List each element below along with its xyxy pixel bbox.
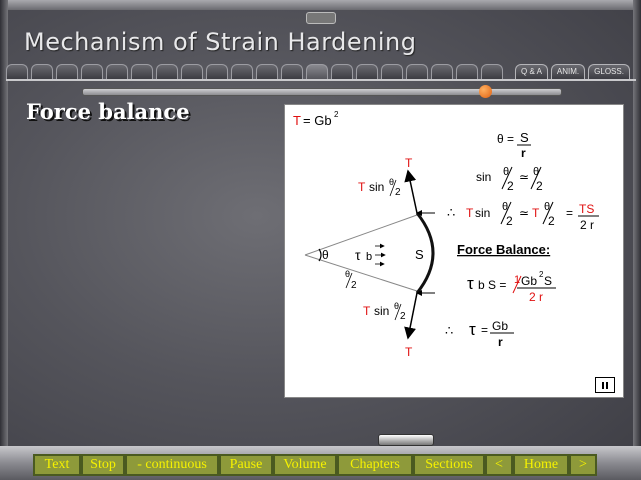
text-button[interactable]: Text xyxy=(33,454,81,476)
navigation-bar: Text Stop - continuous Pause Volume Chap… xyxy=(33,454,607,476)
chapter-tab[interactable] xyxy=(81,64,103,79)
chapter-tab[interactable] xyxy=(181,64,203,79)
window-handle-icon xyxy=(306,12,336,24)
eq-tau-1: τ xyxy=(467,274,474,293)
tsin-bot-sin: sin xyxy=(374,304,389,318)
frac-r-den: r xyxy=(521,146,526,160)
tab-anim[interactable]: ANIM. xyxy=(550,64,586,79)
stress-b: b xyxy=(366,251,372,263)
slide-heading: Force balance xyxy=(26,99,190,124)
eq-T-1: T xyxy=(466,206,474,220)
chapter-tab[interactable] xyxy=(456,64,478,79)
eq-sin: sin xyxy=(476,170,491,184)
eq-T-2: T xyxy=(532,206,540,220)
force-T-bottom: T xyxy=(405,345,413,359)
eq-tau-2: τ xyxy=(469,320,476,339)
volume-button[interactable]: Volume xyxy=(273,454,337,476)
chapter-tab-active[interactable] xyxy=(306,64,328,79)
frame-top xyxy=(0,0,641,10)
chapter-tab[interactable] xyxy=(156,64,178,79)
chapter-tab[interactable] xyxy=(106,64,128,79)
tsin-top-theta: θ xyxy=(389,177,394,187)
pause-button[interactable]: Pause xyxy=(219,454,273,476)
tab-baseline xyxy=(6,79,636,81)
tsin-top-T: T xyxy=(358,180,366,194)
arc-length-S: S xyxy=(415,247,424,262)
force-balance-diagram: T = Gb 2 θ = S r sin θ 2 ≃ θ 2 ∴ T sin θ… xyxy=(284,104,624,398)
eq-theta-def: θ = xyxy=(497,132,514,146)
chapter-tab[interactable] xyxy=(256,64,278,79)
chapter-tab[interactable] xyxy=(206,64,228,79)
eq-two-1: 2 xyxy=(507,179,514,193)
eq-therefore-2: ∴ xyxy=(445,323,453,338)
eq-r-den: r xyxy=(498,335,503,349)
chapter-tab-strip: Q & A ANIM. GLOSS. xyxy=(6,64,636,80)
stop-button[interactable]: Stop xyxy=(81,454,125,476)
frac-S-num: S xyxy=(520,130,529,145)
continuous-button[interactable]: - continuous xyxy=(125,454,219,476)
eq-equals-2: = xyxy=(481,323,488,337)
stress-tau: τ xyxy=(355,247,361,263)
chapters-button[interactable]: Chapters xyxy=(337,454,413,476)
eq-two-4: 2 xyxy=(548,214,555,228)
chapter-tab[interactable] xyxy=(481,64,503,79)
animation-pause-button[interactable] xyxy=(595,377,615,393)
progress-knob[interactable] xyxy=(479,85,493,98)
tab-gloss[interactable]: GLOSS. xyxy=(588,64,630,79)
bottom-handle-icon xyxy=(378,434,434,446)
eq-Gb-num: Gb xyxy=(492,319,508,333)
tsin-bot-two: 2 xyxy=(400,311,406,322)
tsin-bot-theta: θ xyxy=(394,301,399,311)
diagram-svg: T = Gb 2 θ = S r sin θ 2 ≃ θ 2 ∴ T sin θ… xyxy=(293,110,599,359)
home-button[interactable]: Home xyxy=(513,454,569,476)
eq-Gb2S: Gb xyxy=(521,274,537,288)
eq-equals-1: = xyxy=(566,206,573,220)
chapter-tab[interactable] xyxy=(31,64,53,79)
sections-button[interactable]: Sections xyxy=(413,454,485,476)
eq-therefore-1: ∴ xyxy=(447,205,455,220)
half-angle-theta: θ xyxy=(345,269,350,279)
eq-bS: b S = xyxy=(478,278,506,292)
chapter-tab[interactable] xyxy=(406,64,428,79)
half-angle-two: 2 xyxy=(351,280,357,291)
tsin-top-sin: sin xyxy=(369,180,384,194)
chapter-tab[interactable] xyxy=(56,64,78,79)
chapter-tab[interactable] xyxy=(231,64,253,79)
tsin-top-two: 2 xyxy=(395,187,401,198)
angle-theta: θ xyxy=(322,248,329,262)
next-button[interactable]: > xyxy=(569,454,597,476)
eq-TS-den: 2 r xyxy=(580,218,594,232)
eq-T-label: T xyxy=(293,113,301,128)
force-T-top: T xyxy=(405,156,413,170)
chapter-tab[interactable] xyxy=(281,64,303,79)
eq-sin-2: sin xyxy=(475,206,490,220)
chapter-tab[interactable] xyxy=(331,64,353,79)
eq-two-3: 2 xyxy=(506,214,513,228)
eq-Gb-label: = Gb xyxy=(303,113,332,128)
eq-two-r: 2 r xyxy=(529,290,543,304)
eq-TS-num: TS xyxy=(579,202,594,216)
eq-approx-2: ≃ xyxy=(519,206,529,220)
page-title: Mechanism of Strain Hardening xyxy=(24,28,417,56)
eq-approx-1: ≃ xyxy=(519,170,529,184)
previous-button[interactable]: < xyxy=(485,454,513,476)
chapter-tab[interactable] xyxy=(356,64,378,79)
tsin-bot-T: T xyxy=(363,304,371,318)
tab-qa[interactable]: Q & A xyxy=(515,64,548,79)
chapter-tab[interactable] xyxy=(381,64,403,79)
eq-two-2: 2 xyxy=(536,179,543,193)
force-balance-label: Force Balance: xyxy=(457,242,550,257)
chapter-tab[interactable] xyxy=(6,64,28,79)
eq-Gb2S-S: S xyxy=(544,274,552,288)
chapter-tab[interactable] xyxy=(131,64,153,79)
chapter-tab[interactable] xyxy=(431,64,453,79)
eq-Gb-exponent: 2 xyxy=(334,110,339,119)
